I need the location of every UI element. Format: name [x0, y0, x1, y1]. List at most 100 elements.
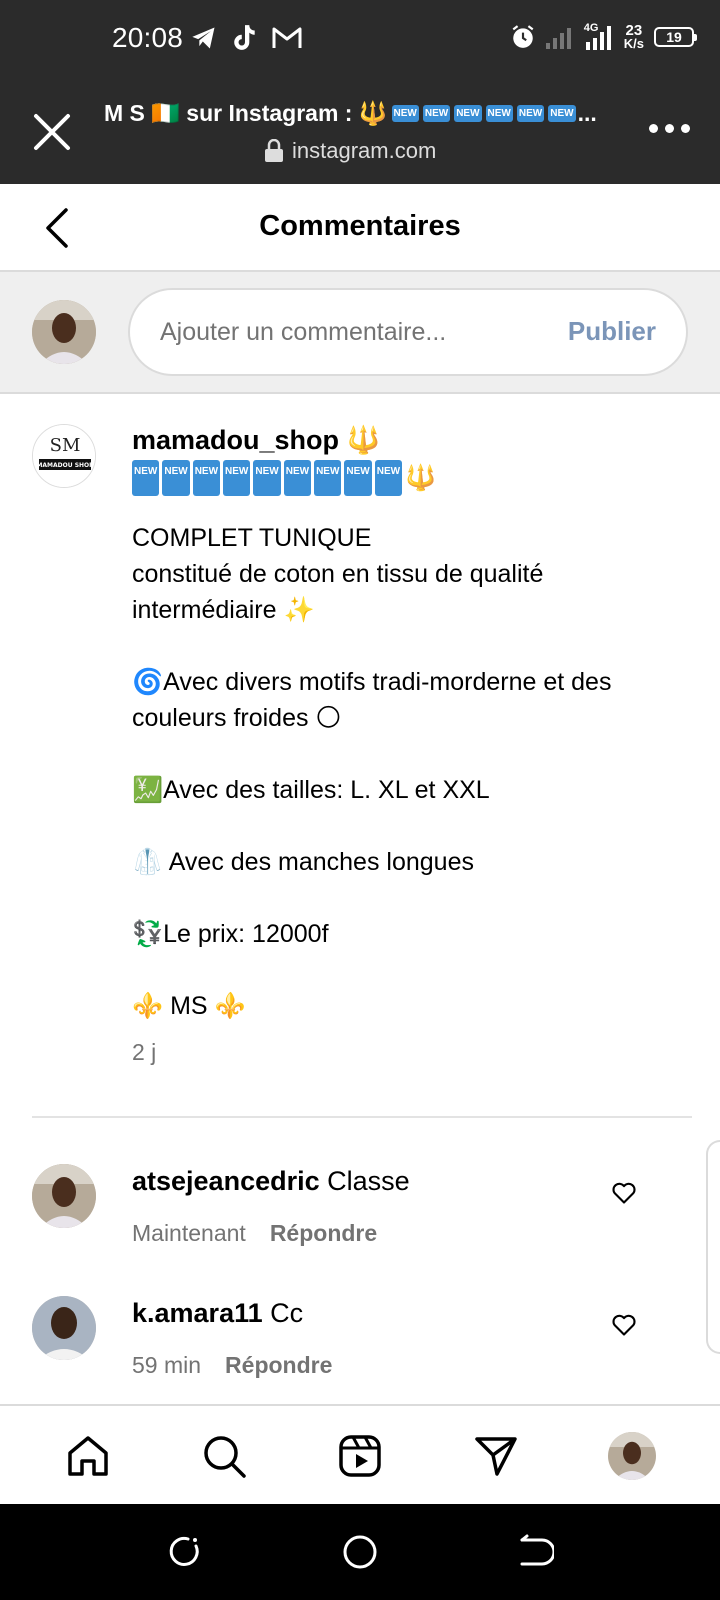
new-badge: NEW: [485, 105, 513, 122]
alarm-icon: [512, 25, 534, 48]
new-badge-row: NEW NEW NEW NEW NEW NEW NEW NEW NEW 🔱: [132, 460, 652, 496]
comment-input-box[interactable]: Publier: [128, 288, 688, 376]
signal-4g-icon: 4G: [584, 22, 614, 52]
caption-line: constitué de coton en tissu de qualité i…: [132, 560, 544, 624]
close-icon[interactable]: [30, 110, 74, 154]
current-user-avatar: [32, 300, 96, 364]
recent-apps-icon[interactable]: [166, 1534, 202, 1570]
reels-icon: [339, 1435, 381, 1477]
notification-icons: [190, 24, 302, 52]
new-badge: NEW: [422, 105, 451, 122]
page-title-text: M S 🇨🇮 sur Instagram : 🔱: [104, 100, 388, 126]
new-badge: NEW: [391, 105, 419, 122]
caption-line: 💱Le prix: 12000f: [132, 920, 329, 948]
comments-header: Commentaires: [0, 184, 720, 272]
lock-icon: [265, 139, 283, 162]
comment-body: Classe: [327, 1166, 410, 1196]
tiktok-icon: [234, 25, 255, 50]
new-badge: NEW: [516, 105, 545, 122]
signal-weak-icon: [545, 28, 571, 49]
search-icon: [204, 1436, 246, 1478]
page-heading: Commentaires: [259, 210, 461, 242]
telegram-icon: [192, 27, 215, 49]
commenter-avatar[interactable]: [32, 1296, 96, 1360]
commenter-avatar[interactable]: [32, 1164, 96, 1228]
system-navigation: [0, 1504, 720, 1600]
caption-body: mamadou_shop 🔱 NEW NEW NEW NEW NEW NEW N…: [132, 422, 652, 1070]
comment-input[interactable]: [160, 312, 540, 352]
comment-item: atsejeancedric Classe Maintenant Répondr…: [0, 1164, 720, 1284]
title-ellipsis: ...: [577, 100, 597, 126]
more-options-icon[interactable]: [649, 124, 690, 133]
svg-text:MAMADOU SHOP: MAMADOU SHOP: [36, 462, 94, 469]
new-badge: NEW: [454, 105, 482, 122]
new-badge: NEW: [374, 460, 403, 496]
new-badge: NEW: [253, 460, 281, 496]
caption-line: [132, 880, 652, 916]
page-title: M S 🇨🇮 sur Instagram : 🔱 NEW NEW NEW NEW…: [104, 100, 624, 127]
home-circle-icon[interactable]: [342, 1534, 378, 1570]
status-time: 20:08: [112, 22, 184, 53]
caption-line: COMPLET TUNIQUE: [132, 524, 372, 552]
caption-username[interactable]: mamadou_shop 🔱: [132, 422, 652, 458]
browser-bar: M S 🇨🇮 sur Instagram : 🔱 NEW NEW NEW NEW…: [0, 80, 720, 184]
new-badge: NEW: [548, 105, 576, 122]
mamadou-shop-logo: SM MAMADOU SHOP: [33, 425, 95, 487]
new-badge: NEW: [283, 460, 312, 496]
heart-icon[interactable]: [610, 1310, 638, 1338]
caption-line: ⚜️ MS ⚜️: [132, 992, 246, 1020]
trident-emoji: 🔱: [405, 464, 437, 492]
caption-line: [132, 628, 652, 664]
new-badge: NEW: [192, 460, 221, 496]
speed-unit: K/s: [623, 36, 644, 51]
profile-avatar: [608, 1432, 656, 1480]
comment-item: k.amara11 Cc 59 min Répondre: [0, 1296, 720, 1416]
profile-tab[interactable]: [608, 1432, 656, 1480]
caption-line: [132, 808, 652, 844]
comment-username[interactable]: atsejeancedric: [132, 1166, 320, 1196]
new-badge: NEW: [132, 460, 160, 496]
heart-icon[interactable]: [610, 1178, 638, 1206]
caption-timestamp: 2 j: [132, 1039, 157, 1065]
comment-time: 59 min: [132, 1352, 202, 1378]
caption-divider: [32, 1116, 692, 1118]
bottom-navigation: [0, 1404, 720, 1504]
home-tab[interactable]: [64, 1432, 112, 1480]
home-icon: [68, 1436, 108, 1476]
gmail-icon: [272, 27, 302, 48]
comment-meta: 59 min Répondre: [132, 1352, 332, 1379]
comment-composer: Publier: [0, 272, 720, 394]
publish-button[interactable]: Publier: [568, 316, 656, 347]
direct-tab[interactable]: [472, 1432, 520, 1480]
shop-avatar[interactable]: SM MAMADOU SHOP: [32, 424, 96, 488]
caption-line: 🌀Avec divers motifs tradi-morderne et de…: [132, 668, 612, 732]
new-badge: NEW: [162, 460, 190, 496]
battery-icon: 19: [654, 27, 697, 47]
status-right: 4G 23 K/s 19: [510, 22, 697, 52]
comment-meta: Maintenant Répondre: [132, 1220, 377, 1247]
new-badge: NEW: [314, 460, 342, 496]
new-badge: NEW: [344, 460, 372, 496]
reply-button[interactable]: Répondre: [270, 1220, 377, 1247]
comment-time: Maintenant: [132, 1220, 246, 1246]
network-speed: 23 K/s: [623, 23, 644, 51]
page-domain[interactable]: instagram.com: [264, 138, 436, 164]
caption-line: [132, 736, 652, 772]
reply-button[interactable]: Répondre: [225, 1352, 332, 1379]
search-tab[interactable]: [200, 1432, 248, 1480]
caption-line: 🥼 Avec des manches longues: [132, 848, 474, 876]
new-badge: NEW: [223, 460, 251, 496]
comment-text: k.amara11 Cc: [132, 1298, 303, 1329]
status-bar: 20:08 4G 23 K/s 19: [0, 0, 720, 80]
caption-line: [132, 952, 652, 988]
send-icon: [475, 1437, 517, 1476]
domain-text: instagram.com: [292, 138, 437, 163]
comment-username[interactable]: k.amara11: [132, 1298, 263, 1328]
back-nav-icon[interactable]: [518, 1534, 554, 1570]
svg-text:SM: SM: [50, 435, 81, 456]
battery-level: 19: [666, 29, 682, 45]
caption-line: 💹Avec des tailles: L. XL et XXL: [132, 776, 490, 804]
comment-text: atsejeancedric Classe: [132, 1166, 410, 1197]
comment-body: Cc: [270, 1298, 304, 1328]
reels-tab[interactable]: [336, 1432, 384, 1480]
